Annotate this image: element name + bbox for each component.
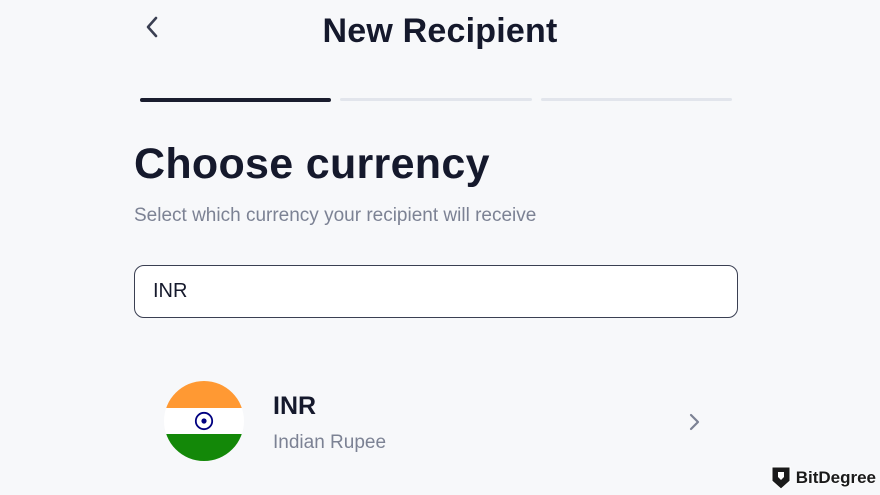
- progress-step-2: [340, 98, 532, 101]
- currency-search-field[interactable]: [134, 265, 738, 318]
- watermark-text: BitDegree: [795, 468, 876, 487]
- step-progress: [140, 98, 732, 102]
- bitdegree-logo-icon: [770, 465, 792, 491]
- currency-name: Indian Rupee: [273, 432, 387, 453]
- india-flag-icon: [164, 381, 244, 461]
- ashoka-chakra-icon: [194, 411, 214, 431]
- section-subheading: Select which currency your recipient wil…: [134, 205, 537, 226]
- section-heading: Choose currency: [134, 140, 490, 188]
- watermark: BitDegree: [770, 465, 876, 491]
- page-title: New Recipient: [322, 12, 558, 50]
- progress-step-3: [540, 98, 732, 101]
- chevron-right-icon: [684, 410, 704, 434]
- progress-step-1: [140, 98, 332, 102]
- currency-search-input[interactable]: [153, 280, 737, 303]
- currency-code: INR: [273, 392, 317, 420]
- currency-list-item[interactable]: INR Indian Rupee: [150, 372, 720, 472]
